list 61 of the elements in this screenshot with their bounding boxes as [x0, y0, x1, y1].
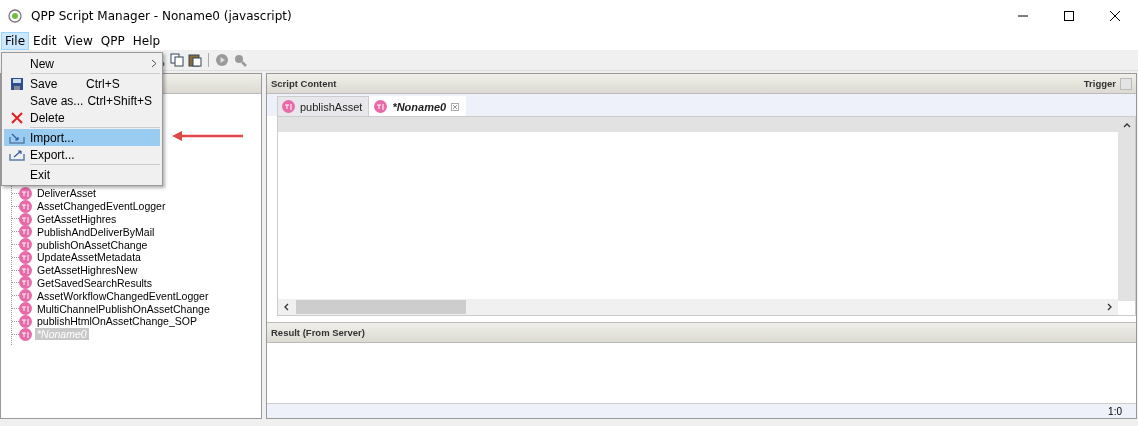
tree-item[interactable]: publishOnAssetChange	[35, 238, 150, 251]
menu-entry[interactable]: Save as... Ctrl+Shift+S	[4, 92, 160, 109]
close-icon	[1110, 11, 1120, 21]
horizontal-scrollbar[interactable]	[278, 299, 1118, 315]
maximize-icon	[1064, 11, 1074, 21]
script-icon	[19, 212, 32, 226]
script-icon	[19, 314, 32, 328]
panel-title: Script Content	[271, 78, 337, 89]
app-icon	[8, 9, 22, 23]
tree-item[interactable]: GetSavedSearchResults	[35, 276, 154, 289]
menu-item[interactable]: QPP	[96, 32, 129, 50]
script-icon	[19, 250, 32, 264]
tree-item[interactable]: PublishAndDeliverByMail	[35, 225, 157, 238]
import-icon	[9, 131, 25, 144]
script-icon	[19, 276, 32, 290]
menu-entry[interactable]: New	[4, 55, 160, 72]
script-icon	[19, 199, 32, 213]
script-icon	[19, 225, 32, 239]
close-icon[interactable]	[451, 102, 460, 111]
menu-entry[interactable]: Export...	[4, 146, 160, 163]
panel-title: Result (From Server)	[271, 327, 365, 338]
vertical-scrollbar[interactable]	[1118, 117, 1135, 301]
tree-item[interactable]: GetAssetHighres	[35, 213, 119, 225]
cursor-position: 1:0	[1108, 405, 1122, 417]
editor-tab[interactable]: *Noname0	[369, 96, 467, 116]
menu-entry[interactable]: Import...	[4, 129, 160, 146]
editor-tab[interactable]: publishAsset	[277, 96, 370, 116]
script-icon	[19, 327, 32, 341]
tree-item[interactable]: AssetChangedEventLogger	[35, 200, 168, 213]
tree-item[interactable]: publishHtmlOnAssetChange_SOP	[35, 315, 199, 328]
export-icon	[9, 148, 25, 161]
delete-icon	[11, 111, 23, 124]
tree-item[interactable]: DeliverAsset	[35, 187, 98, 200]
tree-item[interactable]: AssetWorkflowChangedEventLogger	[35, 289, 211, 302]
menu-item[interactable]: View	[60, 32, 97, 50]
window-title: QPP Script Manager - Noname0 (javascript)	[31, 9, 292, 23]
script-icon	[19, 263, 32, 277]
menu-entry[interactable]: Exit	[4, 166, 160, 183]
script-icon	[19, 302, 32, 316]
menu-item[interactable]: Edit	[29, 32, 61, 50]
paste-icon[interactable]	[188, 53, 202, 67]
menu-entry[interactable]: Save Ctrl+S	[4, 75, 160, 92]
tree-item[interactable]: MultiChannelPublishOnAssetChange	[35, 302, 212, 315]
script-icon	[19, 238, 32, 252]
script-icon	[19, 186, 32, 200]
script-icon	[19, 289, 32, 303]
menu-item[interactable]: File	[1, 32, 30, 50]
tree-item[interactable]: UpdateAssetMetadata	[35, 251, 143, 264]
trigger-label: Trigger	[1083, 78, 1116, 89]
script-icon	[282, 100, 295, 113]
pointer-arrow	[172, 130, 244, 142]
scrollbar-thumb[interactable]	[296, 300, 466, 314]
trigger-button[interactable]	[1120, 77, 1132, 90]
menu-entry[interactable]: Delete	[4, 109, 160, 126]
search-icon[interactable]	[233, 53, 247, 67]
tree-item[interactable]: GetAssetHighresNew	[35, 264, 140, 277]
script-icon	[374, 100, 388, 113]
run-icon[interactable]	[215, 53, 229, 67]
copy-icon[interactable]	[170, 53, 184, 67]
floppy-icon	[11, 77, 23, 90]
menu-item[interactable]: Help	[128, 32, 165, 50]
